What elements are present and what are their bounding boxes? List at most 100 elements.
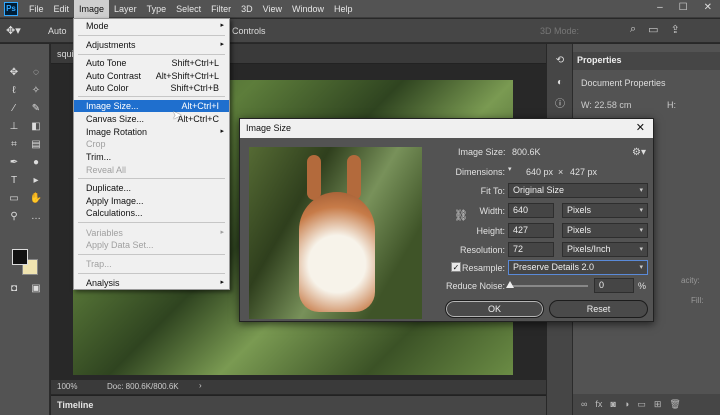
status-menu-icon[interactable]: › [199, 381, 202, 390]
info-icon[interactable]: ⓘ [552, 98, 568, 112]
link-layers-icon[interactable]: ∞ [581, 399, 587, 410]
properties-title: Properties [577, 55, 622, 65]
shape-icon[interactable]: ▭ [6, 192, 22, 206]
adjustment-layer-icon[interactable]: ◑ [624, 399, 629, 410]
fill-label: Fill: [691, 296, 704, 305]
gear-icon[interactable]: ⚙▾ [632, 147, 646, 158]
fit-to-select[interactable]: Original Size ▾ [508, 183, 648, 198]
tools-panel: ✥ ◌ ℓ ✧ ⁄ ✎ ⊥ ◧ ⌗ ▤ ✒ ● T ▸ ▭ ✋ ⚲ … ◘ ▣ [0, 44, 50, 415]
transform-controls-label[interactable]: Controls [232, 26, 266, 36]
menu-item-apply-data-set[interactable]: Apply Data Set... [74, 239, 229, 251]
eraser-icon[interactable]: ◧ [28, 120, 44, 134]
search-icon[interactable]: ⌕ [630, 23, 636, 36]
gradient-icon[interactable]: ▤ [28, 138, 44, 152]
menu-item-auto-color[interactable]: Auto Color Shift+Ctrl+B [74, 82, 229, 94]
menu-type[interactable]: Type [142, 0, 172, 18]
reduce-noise-slider-track[interactable] [508, 285, 588, 287]
reduce-noise-input[interactable]: 0 [594, 278, 634, 293]
menu-item-variables[interactable]: Variables ▸ [74, 227, 229, 239]
move-icon[interactable]: ✥ [6, 66, 22, 80]
height-unit-select[interactable]: Pixels ▾ [562, 223, 648, 238]
dimensions-menu-icon[interactable]: ▾ [508, 165, 512, 173]
reduce-noise-slider-thumb[interactable] [506, 281, 514, 288]
adjust-icon[interactable]: ◐ [552, 76, 568, 90]
menu-item-auto-contrast[interactable]: Auto Contrast Alt+Shift+Ctrl+L [74, 70, 229, 82]
menu-edit[interactable]: Edit [49, 0, 75, 18]
menu-item-reveal-all[interactable]: Reveal All [74, 164, 229, 176]
dimensions-times: × [558, 167, 564, 177]
menu-item-image-rotation[interactable]: Image Rotation ▸ [74, 126, 229, 138]
menu-window[interactable]: Window [287, 0, 329, 18]
workspace-icon[interactable]: ▭ [648, 23, 658, 36]
menu-item-canvas-size[interactable]: Canvas Size... Alt+Ctrl+C [74, 113, 229, 125]
menu-item-duplicate[interactable]: Duplicate... [74, 182, 229, 194]
foreground-color-swatch[interactable] [12, 249, 28, 265]
new-layer-icon[interactable]: ⊞ [654, 399, 662, 410]
history-icon[interactable]: ⟲ [552, 54, 568, 68]
menu-layer[interactable]: Layer [109, 0, 142, 18]
brush-icon[interactable]: ✎ [28, 102, 44, 116]
move-tool-icon[interactable]: ✥▾ [6, 24, 21, 37]
fx-icon[interactable]: fx [595, 399, 602, 410]
dodge-icon[interactable]: ● [28, 156, 44, 170]
minimize-icon[interactable]: – [657, 2, 663, 13]
menu-file[interactable]: File [24, 0, 49, 18]
crop-icon[interactable]: ⌗ [6, 138, 22, 152]
ok-button[interactable]: OK [445, 300, 544, 318]
menu-item-image-size[interactable]: Image Size... Alt+Ctrl+I [74, 100, 229, 112]
menu-item-analysis[interactable]: Analysis ▸ [74, 277, 229, 289]
auto-select-label[interactable]: Auto [48, 26, 67, 36]
reset-button[interactable]: Reset [549, 300, 648, 318]
close-icon[interactable]: ✕ [704, 2, 712, 13]
eyedropper-icon[interactable]: ⁄ [6, 102, 22, 116]
menu-3d[interactable]: 3D [236, 0, 258, 18]
share-icon[interactable]: ⇪ [671, 23, 680, 36]
zoom-icon[interactable]: ⚲ [6, 210, 22, 224]
reduce-noise-unit: % [638, 281, 647, 291]
resample-select[interactable]: Preserve Details 2.0 ▾ [508, 260, 648, 275]
menu-item-crop[interactable]: Crop [74, 138, 229, 150]
image-menu-dropdown: Mode ▸ Adjustments ▸ Auto Tone Shift+Ctrl+L… [73, 18, 230, 290]
trash-icon[interactable]: 🗑 [669, 399, 680, 410]
menu-view[interactable]: View [258, 0, 287, 18]
timeline-tab[interactable]: Timeline [57, 400, 93, 410]
resolution-input[interactable]: 72 [508, 242, 554, 257]
menu-select[interactable]: Select [171, 0, 206, 18]
pen-icon[interactable]: ✒ [6, 156, 22, 170]
menu-help[interactable]: Help [329, 0, 358, 18]
width-input[interactable]: 640 [508, 203, 554, 218]
image-preview[interactable] [249, 147, 422, 319]
path-selection-icon[interactable]: ▸ [28, 174, 44, 188]
menu-item-trap[interactable]: Trap... [74, 258, 229, 270]
stamp-icon[interactable]: ⊥ [6, 120, 22, 134]
magic-wand-icon[interactable]: ✧ [28, 84, 44, 98]
menu-item-mode[interactable]: Mode ▸ [74, 20, 229, 32]
properties-tab[interactable]: Properties [573, 52, 720, 70]
resolution-unit-select[interactable]: Pixels/Inch ▾ [562, 242, 648, 257]
mouse-cursor-icon: ➤ [172, 108, 183, 122]
height-input[interactable]: 427 [508, 223, 554, 238]
menu-item-auto-tone[interactable]: Auto Tone Shift+Ctrl+L [74, 57, 229, 69]
zoom-level[interactable]: 100% [57, 382, 77, 391]
quick-mask-icon[interactable]: ◘ [6, 282, 22, 296]
menu-item-adjustments[interactable]: Adjustments ▸ [74, 39, 229, 51]
menu-filter[interactable]: Filter [206, 0, 236, 18]
menu-item-calculations[interactable]: Calculations... [74, 207, 229, 219]
type-icon[interactable]: T [6, 174, 22, 188]
hand-icon[interactable]: ✋ [28, 192, 44, 206]
menu-bar: Ps File Edit Image Layer Type Select Fil… [0, 0, 720, 18]
maximize-icon[interactable]: ☐ [679, 2, 688, 13]
menu-item-trim[interactable]: Trim... [74, 151, 229, 163]
screen-mode-icon[interactable]: ▣ [28, 282, 44, 296]
close-icon[interactable]: ✕ [636, 119, 645, 138]
mask-icon[interactable]: ◙ [610, 399, 615, 410]
menu-item-apply-image[interactable]: Apply Image... [74, 195, 229, 207]
more-tools-icon[interactable]: … [28, 210, 44, 224]
menu-image[interactable]: Image [74, 0, 110, 18]
reduce-noise-label: Reduce Noise: [445, 281, 505, 291]
dialog-title-bar[interactable]: Image Size ✕ [240, 119, 653, 138]
marquee-icon[interactable]: ◌ [28, 66, 44, 80]
width-unit-select[interactable]: Pixels ▾ [562, 203, 648, 218]
group-icon[interactable]: ▭ [637, 399, 646, 410]
lasso-icon[interactable]: ℓ [6, 84, 22, 98]
